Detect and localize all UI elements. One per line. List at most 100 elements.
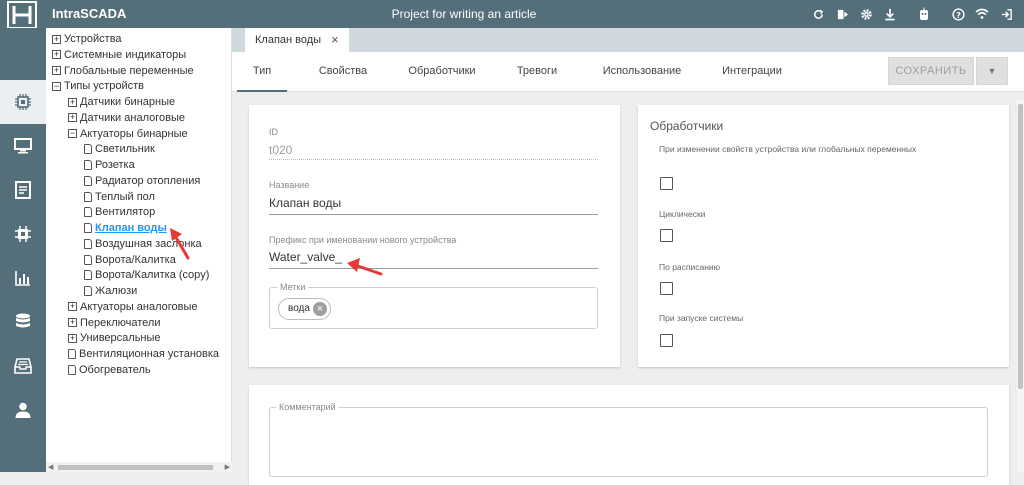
tree-item[interactable]: Вентиляционная установка <box>68 346 219 362</box>
tree-item[interactable]: + Переключатели <box>68 315 160 331</box>
handler-checkbox-startup[interactable] <box>660 334 673 347</box>
tree-item-label: Обогреватель <box>79 363 151 376</box>
expand-icon[interactable]: + <box>68 97 77 107</box>
tree-item[interactable]: + Актуаторы аналоговые <box>68 299 198 315</box>
expand-icon[interactable]: + <box>68 333 77 343</box>
tree-item-label: Радиатор отопления <box>95 174 201 187</box>
expand-icon[interactable]: + <box>52 50 61 60</box>
tree-item-label: Вентилятор <box>95 206 156 219</box>
tree-item[interactable]: + Устройства <box>52 31 122 47</box>
tree-item[interactable]: + Датчики бинарные <box>68 94 175 110</box>
tree-item[interactable]: Ворота/Калитка <box>84 252 176 268</box>
tab-integrations[interactable]: Интеграции <box>717 52 787 92</box>
file-icon <box>84 175 92 186</box>
tree-item-label: Переключатели <box>80 316 161 329</box>
tab-type[interactable]: Тип <box>237 52 287 92</box>
tree-item[interactable]: + Системные индикаторы <box>52 47 186 63</box>
tree-item[interactable]: Жалюзи <box>84 283 137 299</box>
file-icon <box>84 286 92 296</box>
file-icon <box>84 254 92 265</box>
name-input[interactable]: Клапан воды <box>269 196 341 210</box>
file-icon <box>84 207 92 218</box>
tree-item-label: Теплый пол <box>95 190 155 203</box>
nav-chart-icon[interactable] <box>0 256 46 300</box>
tree-item-label: Светильник <box>95 143 155 156</box>
handler-checkbox-cyclic[interactable] <box>660 229 673 242</box>
nav-archive-icon[interactable] <box>0 344 46 388</box>
export-icon[interactable] <box>830 4 854 24</box>
tree-item[interactable]: + Глобальные переменные <box>52 63 194 79</box>
top-bar: IntraSCADA Project for writing an articl… <box>0 0 1024 29</box>
annotation-arrow-icon <box>347 258 383 276</box>
expand-icon[interactable]: + <box>68 318 77 327</box>
device-tree: + Устройства + Системные индикаторы + Глобаль… <box>46 28 232 472</box>
tree-item[interactable]: Радиатор отопления <box>84 173 200 189</box>
nav-document-icon[interactable] <box>0 168 46 212</box>
doc-tab-valve[interactable]: Клапан воды × <box>245 28 349 52</box>
tab-properties[interactable]: Свойства <box>312 52 374 92</box>
tree-item[interactable]: Розетка <box>84 157 135 173</box>
prefix-input[interactable]: Water_valve_ <box>269 250 342 264</box>
tree-item[interactable]: Ворота/Калитка (copy) <box>84 267 209 283</box>
help-icon[interactable]: ? <box>946 4 970 24</box>
expand-icon[interactable]: + <box>52 34 61 44</box>
tree-horizontal-scrollbar[interactable]: ◀ ▶ <box>46 462 232 472</box>
tree-item-label: Актуаторы бинарные <box>80 127 188 140</box>
annotation-arrow-icon <box>170 228 190 260</box>
tree-item[interactable]: Клапан воды <box>84 220 167 236</box>
save-button[interactable]: СОХРАНИТЬ <box>888 57 974 85</box>
save-dropdown-button[interactable]: ▼ <box>976 57 1008 85</box>
tree-item[interactable]: + Датчики аналоговые <box>68 110 185 126</box>
nav-device-types-icon[interactable] <box>0 80 46 124</box>
tree-item-label: Глобальные переменные <box>64 64 194 77</box>
tree-item-label: Актуаторы аналоговые <box>80 300 198 313</box>
handler-checkbox-properties-change[interactable] <box>660 177 673 190</box>
handler-checkbox-schedule[interactable] <box>660 282 673 295</box>
nav-user-icon[interactable] <box>0 388 46 432</box>
id-label: ID <box>269 127 278 137</box>
tags-label: Метки <box>277 282 309 292</box>
robot-icon[interactable] <box>912 4 936 24</box>
refresh-icon[interactable] <box>806 4 830 24</box>
tree-item[interactable]: Обогреватель <box>68 362 151 378</box>
download-icon[interactable] <box>878 4 902 24</box>
tree-item-label: Системные индикаторы <box>64 48 187 61</box>
logout-icon[interactable] <box>994 4 1018 24</box>
tab-handlers[interactable]: Обработчики <box>402 52 482 92</box>
comment-textarea[interactable] <box>269 407 988 477</box>
tab-usage[interactable]: Использование <box>597 52 687 92</box>
tree-item-label: Датчики аналоговые <box>80 111 185 124</box>
expand-icon[interactable]: + <box>68 302 77 312</box>
gear-icon[interactable] <box>854 4 878 24</box>
wifi-icon[interactable] <box>970 4 994 24</box>
tree-item[interactable]: − Типы устройств <box>52 78 144 94</box>
expand-icon[interactable]: + <box>52 66 61 75</box>
tree-item[interactable]: Вентилятор <box>84 204 155 220</box>
collapse-icon[interactable]: − <box>68 129 77 138</box>
tree-item[interactable]: − Актуаторы бинарные <box>68 126 188 142</box>
tree-item-label: Клапан воды <box>95 222 167 234</box>
tab-alarms[interactable]: Тревоги <box>512 52 562 92</box>
nav-chip-icon[interactable] <box>0 212 46 256</box>
svg-text:?: ? <box>956 9 961 19</box>
tree-item[interactable]: + Универсальные <box>68 330 161 346</box>
project-title: Project for writing an article <box>391 7 537 21</box>
remove-tag-icon[interactable]: × <box>312 302 327 316</box>
tag-chip-label: вода <box>288 303 310 314</box>
tree-item[interactable]: Светильник <box>84 141 155 157</box>
tree-item-label: Ворота/Калитка (copy) <box>95 269 210 282</box>
tag-chip[interactable]: вода × <box>278 298 331 320</box>
close-icon[interactable]: × <box>331 33 339 46</box>
handlers-card: Обработчики При изменении свойств устрой… <box>638 105 1009 367</box>
tree-item-label: Розетка <box>95 159 135 171</box>
expand-icon[interactable]: + <box>68 113 77 123</box>
comment-card: Комментарий <box>249 385 1009 485</box>
main-vertical-scrollbar[interactable] <box>1017 100 1024 472</box>
tree-item[interactable]: Теплый пол <box>84 189 155 205</box>
handler-label-startup: При запуске системы <box>659 313 744 323</box>
doc-tab-label: Клапан воды <box>255 34 322 46</box>
collapse-icon[interactable]: − <box>52 81 61 91</box>
nav-database-icon[interactable] <box>0 300 46 344</box>
nav-monitor-icon[interactable] <box>0 124 46 168</box>
type-form-card: ID t020 Название Клапан воды Префикс при… <box>249 105 620 367</box>
